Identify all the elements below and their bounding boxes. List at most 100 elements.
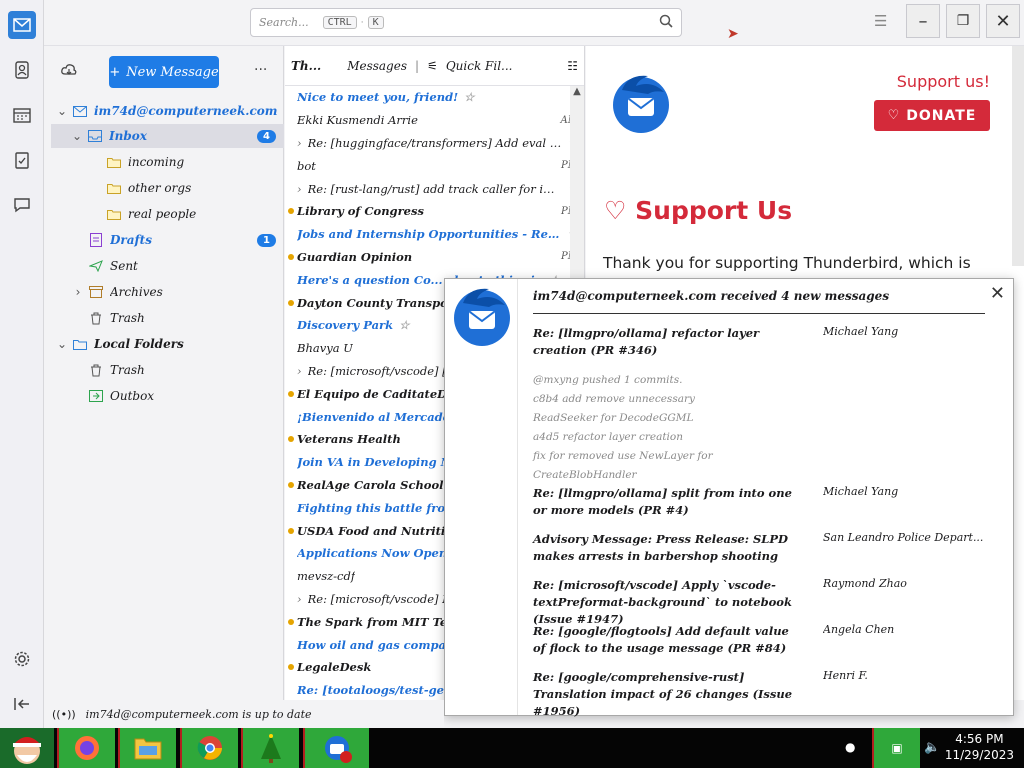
- message-row[interactable]: Jobs and Internship Opportunities - Rese…: [285, 223, 584, 246]
- star-icon[interactable]: ☆: [464, 90, 474, 104]
- taskbar-christmas-tree[interactable]: [241, 728, 299, 768]
- notification-from: Henri F.: [823, 669, 868, 682]
- folder-inbox[interactable]: ⌄ Inbox 4: [51, 124, 284, 148]
- search-icon[interactable]: [659, 14, 673, 31]
- folder-archives[interactable]: › Archives: [44, 280, 284, 304]
- new-mail-notification[interactable]: im74d@computerneek.com received 4 new me…: [444, 278, 1014, 718]
- unread-badge: 4: [257, 129, 276, 143]
- support-body-text: Thank you for supporting Thunderbird, wh…: [603, 254, 971, 272]
- new-message-button[interactable]: + New Message: [109, 56, 219, 88]
- taskbar-chrome[interactable]: [180, 728, 238, 768]
- chevron-right-icon: ›: [75, 285, 81, 299]
- excerpt-line: c8b4 add remove unnecessary: [533, 393, 695, 405]
- scroll-up-icon: ▲: [573, 86, 581, 97]
- folder-other-orgs[interactable]: other orgs: [44, 176, 284, 200]
- taskbar-clock[interactable]: 4:56 PM 11/29/2023: [945, 731, 1014, 763]
- message-row-text: Re: [rust-lang/rust] add track caller fo…: [307, 181, 562, 196]
- network-icon: ▣: [891, 741, 903, 755]
- notification-subject: Re: [llmgpro/ollama] refactor layer crea…: [533, 326, 760, 357]
- shortcut-separator: ·: [360, 17, 364, 28]
- message-row[interactable]: Guardian OpinionPM: [285, 246, 584, 269]
- send-icon: [88, 259, 104, 273]
- christmas-tree-icon: [261, 734, 281, 763]
- message-row[interactable]: Nice to meet you, friend! ☆: [285, 86, 584, 109]
- folder-local-trash[interactable]: Trash: [44, 358, 284, 382]
- taskbar-file-manager[interactable]: [118, 728, 176, 768]
- excerpt-line: @mxyng pushed 1 commits.: [533, 374, 683, 386]
- account-row[interactable]: ⌄ im74d@computerneek.com: [44, 99, 284, 123]
- folder-pane: + New Message ··· ⌄ im74d@computerneek.c…: [44, 46, 284, 700]
- notification-from: San Leandro Police Depart...: [823, 531, 983, 544]
- calendar-icon: [13, 108, 31, 123]
- inbox-icon: [87, 129, 103, 143]
- collapse-spaces-button[interactable]: [8, 690, 36, 718]
- close-icon: ✕: [995, 10, 1011, 32]
- folder-sent[interactable]: Sent: [44, 254, 284, 278]
- folder-outbox[interactable]: Outbox: [44, 384, 284, 408]
- notification-subject: Re: [llmgpro/ollama] split from into one…: [533, 486, 792, 517]
- search-placeholder: Search...: [259, 16, 309, 29]
- local-folders-row[interactable]: ⌄ Local Folders: [44, 332, 284, 356]
- chevron-right-icon[interactable]: ›: [297, 182, 302, 196]
- filter-icon[interactable]: ⚟: [427, 59, 438, 73]
- notification-subject: Re: [microsoft/vscode] Apply `vscode-tex…: [533, 578, 792, 626]
- volume-icon[interactable]: 🔈: [924, 740, 940, 755]
- start-button[interactable]: [0, 728, 54, 768]
- shortcut-ctrl: CTRL: [322, 16, 357, 29]
- taskbar-thunderbird[interactable]: [303, 728, 369, 768]
- heart-icon: ♡: [887, 108, 901, 123]
- support-us-link[interactable]: Support us!: [897, 72, 990, 91]
- chevron-down-icon: ⌄: [56, 104, 68, 118]
- folder-real-people[interactable]: real people: [44, 202, 284, 226]
- message-row[interactable]: botPM: [285, 154, 584, 177]
- messages-column-header[interactable]: Messages: [347, 59, 407, 73]
- message-row-text: Veterans Health: [297, 432, 401, 447]
- taskbar-firefox[interactable]: [57, 728, 115, 768]
- more-options-button[interactable]: ···: [254, 62, 267, 78]
- folder-drafts[interactable]: Drafts 1: [44, 228, 284, 252]
- folder-label: Trash: [110, 363, 145, 377]
- restore-button[interactable]: ❐: [946, 4, 980, 38]
- excerpt-line: a4d5 refactor layer creation: [533, 431, 683, 443]
- message-row[interactable]: › Re: [rust-lang/rust] add track caller f…: [285, 177, 584, 200]
- notification-subject: Advisory Message: Press Release: SLPD ma…: [533, 532, 788, 563]
- chevron-right-icon[interactable]: ›: [297, 364, 302, 378]
- donate-button[interactable]: ♡ DONATE: [874, 100, 990, 131]
- search-box[interactable]: Search... CTRL · K: [250, 8, 682, 37]
- close-window-button[interactable]: ✕: [986, 4, 1020, 38]
- message-list-header: Th... Messages | ⚟ Quick Fil... ☷: [285, 46, 584, 86]
- folder-label: Local Folders: [94, 337, 184, 351]
- folder-label: Outbox: [110, 389, 155, 403]
- chat-button[interactable]: [8, 191, 36, 219]
- chevron-right-icon[interactable]: ›: [297, 136, 302, 150]
- minimize-button[interactable]: –: [906, 4, 940, 38]
- address-book-button[interactable]: [8, 56, 36, 84]
- tasks-button[interactable]: [8, 146, 36, 174]
- display-options-icon[interactable]: ☷: [567, 59, 578, 73]
- thread-column-header[interactable]: Th...: [291, 59, 321, 73]
- app-menu-button[interactable]: ☰: [874, 12, 887, 30]
- get-messages-button[interactable]: [61, 63, 77, 81]
- settings-button[interactable]: [8, 645, 36, 673]
- quick-filter-button[interactable]: Quick Fil...: [446, 59, 513, 73]
- mail-space-button[interactable]: [8, 11, 36, 39]
- excerpt-line: fix for removed use NewLayer for: [533, 450, 713, 462]
- unread-dot-icon: [288, 527, 294, 534]
- folder-label: Sent: [110, 259, 138, 273]
- reader-scrollbar[interactable]: [1012, 46, 1024, 266]
- calendar-button[interactable]: [8, 101, 36, 129]
- folder-incoming[interactable]: incoming: [44, 150, 284, 174]
- unread-badge: 1: [257, 233, 276, 247]
- folder-label: Inbox: [109, 129, 147, 143]
- close-notification-button[interactable]: ✕: [990, 283, 1005, 304]
- message-row[interactable]: Library of CongressPM: [285, 200, 584, 223]
- tray-icons[interactable]: ▣: [872, 728, 920, 768]
- star-icon[interactable]: ☆: [399, 318, 409, 332]
- chevron-right-icon[interactable]: ›: [297, 592, 302, 606]
- message-row[interactable]: › Re: [huggingface/transformers] Add eval…: [285, 132, 584, 155]
- message-row-text: Join VA in Developing N...: [297, 455, 463, 470]
- folder-trash[interactable]: Trash: [44, 306, 284, 330]
- message-row[interactable]: Ekki Kusmendi ArrieAM: [285, 109, 584, 132]
- address-book-icon: [15, 61, 29, 79]
- plus-icon: +: [109, 64, 121, 80]
